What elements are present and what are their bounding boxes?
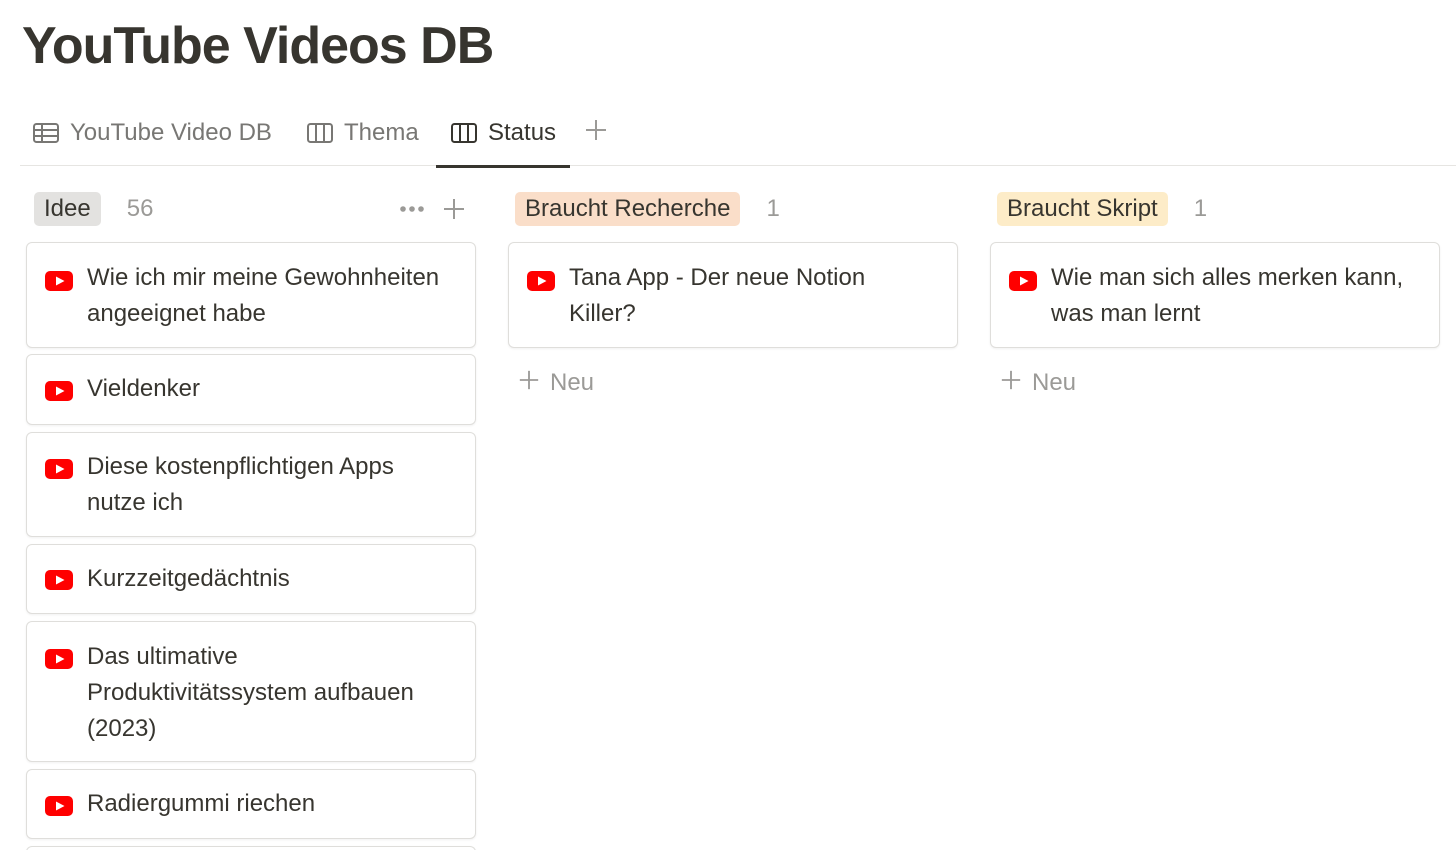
youtube-icon: [1009, 271, 1037, 291]
tab-label: Status: [488, 119, 557, 146]
new-card-label: Neu: [1032, 369, 1077, 396]
more-options-icon[interactable]: [398, 192, 426, 226]
board-icon: [306, 121, 334, 145]
column-header: Idee 56: [26, 186, 476, 232]
board-card-partial[interactable]: [26, 846, 476, 850]
plus-icon: [584, 118, 608, 147]
tab-youtube-video-db[interactable]: YouTube Video DB: [32, 100, 272, 166]
plus-icon: [1000, 369, 1022, 398]
column-header: Braucht Recherche 1: [508, 186, 958, 232]
page-title: YouTube Videos DB: [22, 17, 494, 75]
board-card[interactable]: Wie ich mir meine Gewohnheiten angeeigne…: [26, 242, 476, 348]
new-card-label: Neu: [550, 369, 595, 396]
board-card[interactable]: Vieldenker: [26, 354, 476, 425]
tab-status[interactable]: Status: [436, 100, 571, 168]
status-pill[interactable]: Braucht Skript: [997, 192, 1168, 226]
view-tabs: YouTube Video DB Thema Status: [20, 100, 1456, 168]
new-card-button[interactable]: Neu: [1000, 365, 1076, 401]
new-card-button[interactable]: Neu: [518, 365, 594, 401]
page: YouTube Videos DB YouTube Video DB Thema…: [0, 0, 1456, 850]
board-icon: [450, 121, 478, 145]
card-title: Tana App - Der neue Notion Killer?: [569, 264, 866, 327]
board-card[interactable]: Kurzzeitgedächtnis: [26, 544, 476, 614]
card-title: Radiergummi riechen: [87, 790, 316, 817]
add-view-button[interactable]: [582, 114, 610, 150]
tab-label: Thema: [344, 119, 419, 146]
youtube-icon: [527, 271, 555, 291]
board-card[interactable]: Radiergummi riechen: [26, 769, 476, 839]
card-title: Wie ich mir meine Gewohnheiten angeeigne…: [87, 264, 440, 327]
board-card[interactable]: Das ultimative Produktivitätssystem aufb…: [26, 621, 476, 762]
column-actions: [398, 192, 468, 226]
table-icon: [32, 121, 60, 145]
board-card[interactable]: Diese kostenpflichtigen Apps nutze ich: [26, 432, 476, 537]
tab-label: YouTube Video DB: [70, 119, 272, 146]
youtube-icon: [45, 796, 73, 816]
youtube-icon: [45, 459, 73, 479]
card-title: Das ultimative Produktivitätssystem aufb…: [87, 643, 414, 742]
card-title: Wie man sich alles merken kann, was man …: [1051, 264, 1404, 327]
board-column-braucht-skript: Braucht Skript 1 Wie man sich alles merk…: [990, 186, 1440, 396]
status-pill[interactable]: Idee: [34, 192, 101, 226]
card-title: Vieldenker: [87, 375, 200, 402]
status-pill[interactable]: Braucht Recherche: [515, 192, 741, 226]
board-column-braucht-recherche: Braucht Recherche 1 Tana App - Der neue …: [508, 186, 958, 396]
card-title: Kurzzeitgedächtnis: [87, 565, 290, 592]
youtube-icon: [45, 381, 73, 401]
plus-icon: [518, 369, 540, 398]
column-header: Braucht Skript 1: [990, 186, 1440, 232]
tab-thema[interactable]: Thema: [306, 100, 419, 166]
youtube-icon: [45, 570, 73, 590]
column-count: 1: [1193, 195, 1208, 222]
board-column-idee: Idee 56 Wie ich mir meine Gewohnheiten a…: [26, 186, 476, 850]
add-card-icon[interactable]: [440, 192, 468, 226]
card-title: Diese kostenpflichtigen Apps nutze ich: [87, 453, 394, 516]
youtube-icon: [45, 271, 73, 291]
board-card[interactable]: Tana App - Der neue Notion Killer?: [508, 242, 958, 348]
board-card[interactable]: Wie man sich alles merken kann, was man …: [990, 242, 1440, 348]
youtube-icon: [45, 649, 73, 669]
column-count: 1: [766, 195, 780, 222]
column-count: 56: [126, 195, 154, 222]
